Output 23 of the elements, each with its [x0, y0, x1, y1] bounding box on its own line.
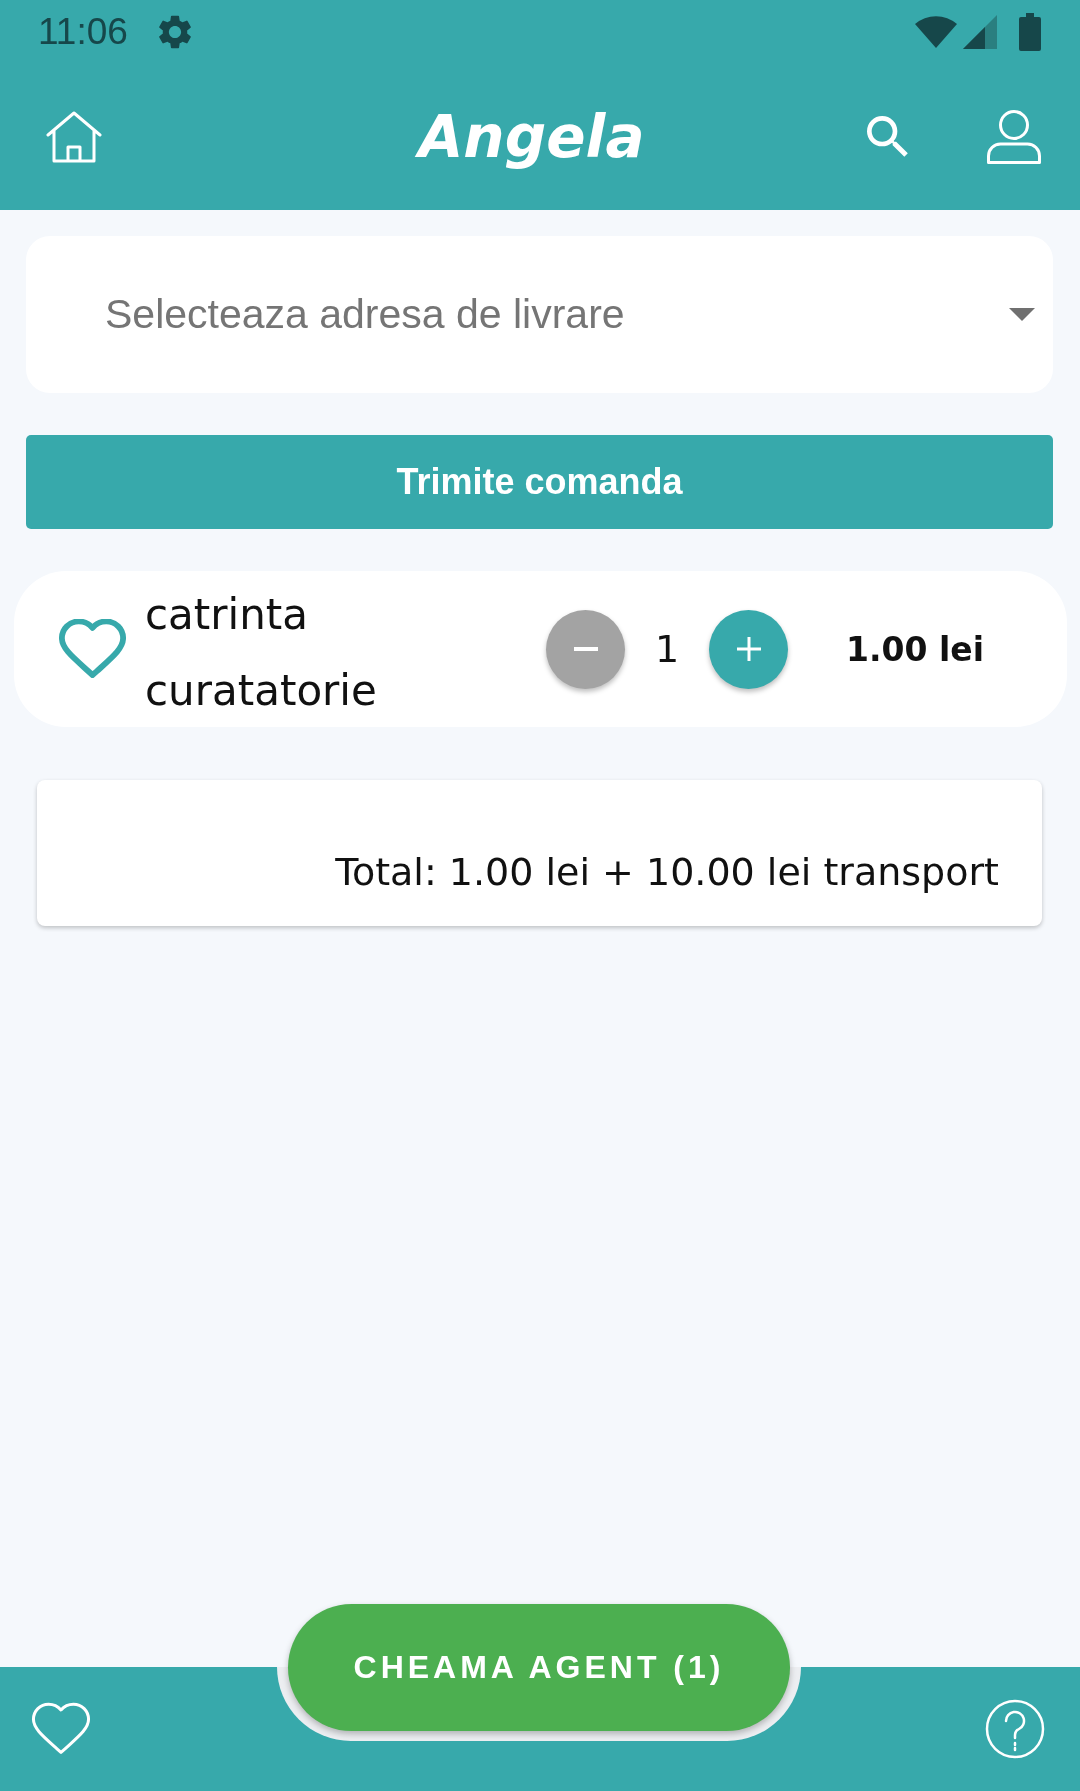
call-agent-button[interactable]: CHEAMA AGENT (1) — [288, 1604, 790, 1731]
profile-icon[interactable] — [987, 109, 1041, 164]
item-price: 1.00 lei — [846, 629, 984, 669]
favorite-heart-icon[interactable] — [59, 619, 126, 679]
total-text: Total: 1.00 lei + 10.00 lei transport — [335, 850, 999, 894]
battery-icon — [1019, 12, 1041, 51]
plus-icon — [736, 637, 761, 661]
submit-order-button[interactable]: Trimite comanda — [26, 435, 1053, 529]
address-placeholder: Selecteaza adresa de livrare — [105, 291, 625, 338]
status-time: 11:06 — [38, 13, 128, 50]
item-name: catrinta curatatorie — [145, 589, 378, 717]
help-icon[interactable] — [985, 1699, 1045, 1759]
wifi-icon — [915, 15, 957, 48]
increase-button[interactable] — [709, 609, 789, 689]
settings-icon — [157, 14, 192, 49]
favorites-heart-icon[interactable] — [31, 1702, 91, 1756]
dropdown-caret-icon — [1009, 308, 1035, 321]
search-icon[interactable] — [867, 115, 909, 158]
home-icon[interactable] — [46, 110, 102, 163]
minus-icon — [573, 647, 598, 651]
quantity-value: 1 — [654, 627, 681, 671]
signal-icon — [963, 14, 997, 49]
address-select[interactable]: Selecteaza adresa de livrare — [26, 236, 1053, 393]
